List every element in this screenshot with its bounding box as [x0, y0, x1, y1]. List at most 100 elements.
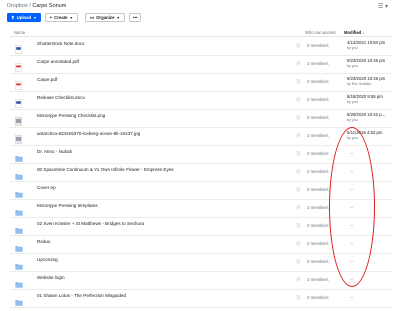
access-members[interactable]: 2 members	[307, 97, 329, 102]
access-members[interactable]: 2 members	[307, 169, 329, 174]
file-name[interactable]: 00 Spacetime Continuum & Yo Own Infinite…	[37, 167, 174, 172]
file-name[interactable]: Redux	[37, 239, 50, 244]
word-doc-icon	[15, 95, 22, 108]
access-members[interactable]: 2 members	[307, 259, 329, 264]
file-name[interactable]: Carpe annotated.pdf	[37, 59, 79, 64]
file-row[interactable]: antarctica-9342e5370-iceberg-ocean-8k-16…	[10, 127, 392, 146]
modified-date: 9/23/2020 10:46 pm	[347, 76, 386, 81]
access-members[interactable]: 2 members	[307, 295, 329, 300]
column-modified[interactable]: Modified ↓	[344, 30, 364, 35]
file-row[interactable]: Release Checklist.docx ⓘ 2 members 8/18/202…	[10, 91, 392, 110]
breadcrumb: Dropbox / Carpe Sonum	[7, 3, 66, 9]
file-row[interactable]: 01 Shawn Lotus - The Perfection Misguide…	[10, 289, 392, 308]
access-members[interactable]: 2 members	[307, 205, 329, 210]
file-name[interactable]: antarctica-9342e5370-iceberg-ocean-8k-16…	[37, 131, 140, 136]
file-name[interactable]: Monotype Pressing Checklist.png	[37, 113, 105, 118]
access-members[interactable]: 2 members	[307, 79, 329, 84]
breadcrumb-separator: /	[29, 3, 31, 9]
organize-button[interactable]: ▭ Organize ▼	[85, 13, 125, 22]
breadcrumb-root[interactable]: Dropbox	[7, 3, 28, 9]
file-name[interactable]: Carpe.pdf	[37, 77, 57, 82]
folder-icon	[15, 275, 23, 288]
file-row[interactable]: Website login ⓘ 2 members --	[10, 271, 392, 290]
folder-icon	[15, 185, 23, 198]
column-access[interactable]: Who can access	[305, 30, 336, 35]
file-row[interactable]: Carpe.pdf ⓘ 2 members 9/23/2020 10:46 pm by …	[10, 73, 392, 92]
info-icon[interactable]: ⓘ	[296, 43, 300, 49]
modified-date: 4/12/2021 10:50 pm	[347, 40, 386, 45]
info-icon[interactable]: ⓘ	[296, 187, 300, 193]
file-name[interactable]: Shutterstock Note.docx	[37, 41, 85, 46]
create-button[interactable]: + Create ▼	[44, 13, 79, 22]
modified-by: by you	[347, 118, 358, 122]
folder-move-icon: ▭	[90, 14, 95, 20]
info-icon[interactable]: ⓘ	[296, 205, 300, 211]
folder-icon	[15, 257, 23, 270]
upload-icon: ⬆	[11, 14, 15, 20]
info-icon[interactable]: ⓘ	[296, 277, 300, 283]
file-name[interactable]: Dr. Atmo - Nubah	[37, 149, 72, 154]
file-row[interactable]: Monotype Pressing Checklist.png ⓘ 2 member…	[10, 109, 392, 128]
pdf-file-icon	[15, 77, 22, 90]
create-label: Create	[54, 15, 68, 20]
plus-icon: +	[49, 15, 53, 20]
pdf-file-icon	[15, 59, 22, 72]
info-icon[interactable]: ⓘ	[296, 241, 300, 247]
info-icon[interactable]: ⓘ	[296, 61, 300, 67]
image-file-icon	[15, 131, 22, 144]
modified-by: by Eric Snaider	[347, 82, 372, 86]
file-name[interactable]: Upcoming	[37, 257, 58, 262]
chevron-down-icon: ▼	[69, 15, 74, 20]
info-icon[interactable]: ⓘ	[296, 97, 300, 103]
file-name[interactable]: Monotype Pressing templates	[37, 203, 98, 208]
folder-icon	[15, 293, 23, 306]
access-members[interactable]: 2 members	[307, 61, 329, 66]
image-file-icon	[15, 113, 22, 126]
modified-date: 8/29/2020 10:42 p...	[347, 112, 386, 117]
sort-arrow-icon: ↓	[362, 30, 365, 35]
file-row[interactable]: Carpe annotated.pdf ⓘ 2 members 9/23/2020 1…	[10, 55, 392, 74]
file-name[interactable]: Website login	[37, 275, 65, 280]
file-name[interactable]: 01 Shawn Lotus - The Perfection Misguide…	[37, 293, 126, 298]
access-members[interactable]: 2 members	[307, 43, 329, 48]
info-icon[interactable]: ⓘ	[296, 295, 300, 301]
modified-date: 9/23/2020 10:46 pm	[347, 58, 386, 63]
upload-button[interactable]: ⬆ Upload ▼	[7, 13, 41, 22]
info-icon[interactable]: ⓘ	[296, 169, 300, 175]
modified-date: 8/18/2020 9:55 pm	[347, 94, 383, 99]
info-icon[interactable]: ⓘ	[296, 223, 300, 229]
access-members[interactable]: 2 members	[307, 133, 329, 138]
folder-icon	[15, 239, 23, 252]
access-members[interactable]: 2 members	[307, 115, 329, 120]
chevron-down-icon: ▼	[116, 15, 120, 20]
grid-view-icon[interactable]: ☰ ▾	[378, 3, 388, 10]
info-icon[interactable]: ⓘ	[296, 259, 300, 265]
file-name[interactable]: Cover ep	[37, 185, 56, 190]
access-members[interactable]: 2 members	[307, 151, 329, 156]
folder-icon	[15, 149, 23, 162]
access-members[interactable]: 2 members	[307, 277, 329, 282]
toolbar: ⬆ Upload ▼ + Create ▼ ▭ Organize ▼ •••	[7, 13, 142, 22]
upload-label: Upload	[16, 15, 32, 20]
modified-by: by you	[347, 64, 358, 68]
info-icon[interactable]: ⓘ	[296, 151, 300, 157]
file-row[interactable]: Shutterstock Note.docx ⓘ 2 members 4/12/202…	[10, 37, 392, 56]
annotation-circle	[329, 127, 375, 287]
info-icon[interactable]: ⓘ	[296, 133, 300, 139]
access-members[interactable]: 2 members	[307, 241, 329, 246]
access-members[interactable]: 2 members	[307, 223, 329, 228]
more-options-button[interactable]: •••	[128, 13, 142, 22]
modified-by: by you	[347, 46, 358, 50]
chevron-down-icon: ▼	[33, 15, 37, 20]
column-name[interactable]: Name	[14, 30, 25, 35]
file-name[interactable]: Release Checklist.docx	[37, 95, 85, 100]
info-icon[interactable]: ⓘ	[296, 115, 300, 121]
folder-icon	[15, 203, 23, 216]
folder-icon	[15, 167, 23, 180]
file-name[interactable]: 02 Sven Kössler + St Matthews - Bridges …	[37, 221, 144, 226]
access-members[interactable]: 2 members	[307, 187, 329, 192]
breadcrumb-current: Carpe Sonum	[32, 3, 67, 9]
word-doc-icon	[15, 41, 22, 54]
column-modified-label: Modified	[344, 30, 362, 35]
info-icon[interactable]: ⓘ	[296, 79, 300, 85]
